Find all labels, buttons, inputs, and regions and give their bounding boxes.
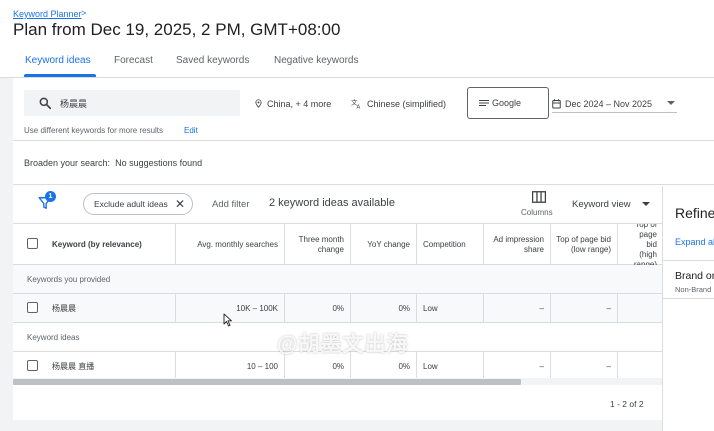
- column-three-month-change[interactable]: Three month change: [285, 224, 351, 265]
- refine-keywords-panel: Refine keywords Expand all Brand or Non-…: [662, 186, 714, 431]
- broaden-label: Broaden your search:: [24, 158, 111, 168]
- date-range-selector[interactable]: Dec 2024 – Nov 2025: [552, 95, 677, 113]
- column-yoy-change[interactable]: YoY change: [351, 224, 417, 265]
- language-text: Chinese (simplified): [367, 98, 447, 109]
- dropdown-arrow-icon: [667, 101, 675, 105]
- searches-cell: 10 – 100: [176, 352, 285, 380]
- keyword-search-input[interactable]: 杨晨晨: [24, 90, 240, 116]
- network-icon: [479, 100, 489, 106]
- column-ad-impression-share[interactable]: Ad impression share: [484, 224, 551, 265]
- divider: [663, 298, 714, 299]
- exclude-adult-ideas-chip[interactable]: Exclude adult ideas ✕: [83, 193, 193, 215]
- dropdown-arrow-icon: [642, 202, 650, 206]
- search-icon: [39, 97, 52, 110]
- column-top-bid-high[interactable]: Top of page bid (high range): [618, 224, 663, 265]
- active-tab-indicator: [24, 74, 96, 77]
- table-row[interactable]: 杨晨晨 10K – 100K 0% 0% Low – –: [13, 294, 663, 323]
- breadcrumb-keyword-planner[interactable]: Keyword Planner: [13, 9, 82, 19]
- tab-keyword-ideas[interactable]: Keyword ideas: [25, 55, 91, 66]
- add-filter-button[interactable]: Add filter: [212, 199, 250, 210]
- competition-cell: Low: [417, 352, 484, 380]
- three-month-cell: 0%: [285, 294, 351, 322]
- column-keyword[interactable]: Keyword (by relevance): [13, 224, 176, 265]
- divider: [663, 260, 714, 261]
- location-pin-icon: [255, 99, 262, 108]
- pagination-range: 1 - 2 of 2: [610, 399, 644, 409]
- column-avg-monthly-searches[interactable]: Avg. monthly searches: [176, 224, 285, 265]
- translate-icon: 文 A: [351, 98, 361, 110]
- keyword-cell: 杨晨晨 直播: [13, 352, 176, 380]
- yoy-cell: 0%: [351, 294, 417, 322]
- column-competition[interactable]: Competition: [417, 224, 484, 265]
- refine-hint-text: Use different keywords for more results: [24, 126, 164, 135]
- filter-count-badge: 1: [45, 191, 56, 202]
- bid-low-cell: –: [551, 294, 618, 322]
- location-selector[interactable]: China, + 4 more: [254, 98, 331, 109]
- search-query-text: 杨晨晨: [60, 99, 88, 109]
- group-header-provided: Keywords you provided: [13, 265, 663, 294]
- broaden-value: No suggestions found: [115, 158, 203, 168]
- location-text: China, + 4 more: [267, 98, 332, 109]
- network-selector[interactable]: Google: [467, 87, 549, 119]
- brand-filter-subtitle: Non-Brand: [675, 285, 712, 294]
- scrollbar-thumb[interactable]: [13, 379, 521, 385]
- keyword-ideas-count: 2 keyword ideas available: [269, 197, 395, 209]
- mouse-cursor-icon: [223, 313, 232, 327]
- svg-text:A: A: [357, 105, 361, 110]
- chevron-right-icon: >: [81, 8, 87, 18]
- bid-high-cell: [618, 352, 663, 380]
- table-header: Keyword (by relevance) Avg. monthly sear…: [13, 223, 663, 265]
- watermark-text: @胡墨文出海: [277, 333, 409, 356]
- divider: [13, 140, 714, 141]
- edit-keywords-link[interactable]: Edit: [184, 126, 198, 135]
- columns-button-label[interactable]: Columns: [521, 208, 553, 217]
- competition-cell: Low: [417, 294, 484, 322]
- impression-share-cell: –: [484, 294, 551, 322]
- keyword-ideas-card: 杨晨晨 China, + 4 more 文 A Chinese (simplif…: [13, 78, 714, 420]
- broaden-search: Broaden your search: No suggestions foun…: [24, 158, 202, 168]
- date-range-text: Dec 2024 – Nov 2025: [565, 98, 653, 109]
- keyword-view-selector[interactable]: Keyword view: [572, 199, 631, 210]
- calendar-icon: [552, 98, 561, 108]
- bid-high-cell: [618, 294, 663, 322]
- header: Keyword Planner > Plan from Dec 19, 2025…: [0, 0, 714, 78]
- tab-negative-keywords[interactable]: Negative keywords: [274, 55, 358, 66]
- brand-filter-title[interactable]: Brand or Non-Brand: [675, 270, 714, 282]
- chip-label: Exclude adult ideas: [94, 199, 168, 209]
- impression-share-cell: –: [484, 352, 551, 380]
- close-icon[interactable]: ✕: [175, 198, 185, 210]
- language-selector[interactable]: 文 A Chinese (simplified): [351, 98, 446, 109]
- keyword-cell: 杨晨晨: [13, 294, 176, 322]
- page-title: Plan from Dec 19, 2025, 2 PM, GMT+08:00: [13, 20, 341, 39]
- column-top-bid-low[interactable]: Top of page bid (low range): [551, 224, 618, 265]
- network-text: Google: [492, 98, 522, 108]
- bid-low-cell: –: [551, 352, 618, 380]
- refine-title: Refine keywords: [675, 205, 714, 221]
- expand-all-link[interactable]: Expand all: [675, 237, 714, 247]
- tab-saved-keywords[interactable]: Saved keywords: [176, 55, 249, 66]
- tab-forecast[interactable]: Forecast: [114, 55, 153, 66]
- divider: [13, 184, 714, 185]
- columns-icon[interactable]: [532, 191, 546, 203]
